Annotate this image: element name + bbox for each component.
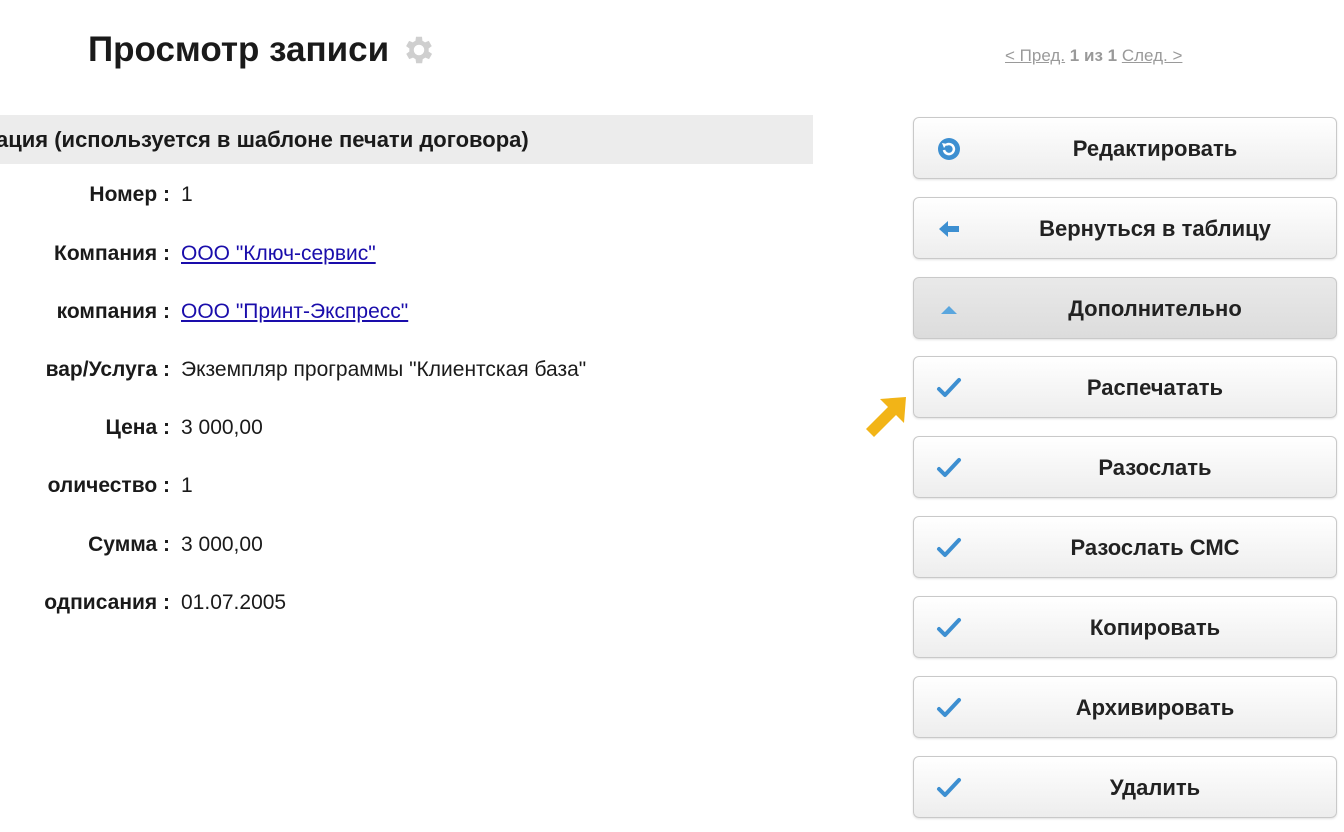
field-value: 01.07.2005 [181, 591, 287, 614]
pager-prev-link[interactable]: < Пред. [1005, 46, 1065, 65]
check-icon [937, 378, 961, 397]
refresh-icon [938, 138, 960, 160]
field-value: 1 [181, 183, 193, 206]
pager-next-link[interactable]: След. > [1122, 46, 1183, 65]
field-row-sum: Сумма : 3 000,00 [0, 533, 813, 563]
more-button-label: Дополнительно [1068, 296, 1242, 321]
copy-button-label: Копировать [1089, 615, 1221, 640]
field-row-our-company: компания : ООО "Принт-Экспресс" [0, 300, 813, 330]
delete-button-label: Удалить [1109, 775, 1201, 800]
field-label: компания : [56, 300, 170, 323]
delete-button[interactable]: Удалить [913, 756, 1337, 818]
send-button[interactable]: Разослать [913, 436, 1337, 498]
back-to-table-button[interactable]: Вернуться в таблицу [913, 197, 1337, 259]
pager-total: 1 [1107, 46, 1118, 65]
check-icon [937, 618, 961, 637]
print-button-label: Распечатать [1086, 375, 1224, 400]
send-sms-button[interactable]: Разослать СМС [913, 516, 1337, 578]
copy-button[interactable]: Копировать [913, 596, 1337, 658]
field-row-number: Номер : 1 [0, 183, 813, 213]
our-company-link[interactable]: ООО "Принт-Экспресс" [181, 300, 408, 324]
field-row-sign-date: одписания : 01.07.2005 [0, 591, 813, 621]
field-row-product: вар/Услуга : Экземпляр программы "Клиент… [0, 358, 813, 388]
field-label: Цена : [105, 416, 170, 439]
company-link[interactable]: ООО "Ключ-сервис" [181, 242, 376, 266]
pager: < Пред. 1 из 1 След. > [1005, 46, 1182, 66]
edit-button-label: Редактировать [1072, 136, 1238, 161]
pager-of-label: из [1084, 46, 1103, 65]
field-label: Номер : [89, 183, 170, 206]
check-icon [937, 538, 961, 557]
field-label: оличество : [47, 474, 170, 497]
field-row-company: Компания : ООО "Ключ-сервис" [0, 242, 813, 272]
field-value: 3 000,00 [181, 533, 263, 556]
send-button-label: Разослать [1098, 455, 1212, 480]
more-button[interactable]: Дополнительно [913, 277, 1337, 339]
back-to-table-label: Вернуться в таблицу [1039, 216, 1271, 241]
field-label: одписания : [44, 591, 170, 614]
pointer-arrow-icon [866, 397, 906, 437]
archive-button[interactable]: Архивировать [913, 676, 1337, 738]
archive-button-label: Архивировать [1075, 695, 1235, 720]
edit-button[interactable]: Редактировать [913, 117, 1337, 179]
check-icon [937, 778, 961, 797]
field-row-price: Цена : 3 000,00 [0, 416, 813, 446]
field-label: Сумма : [88, 533, 170, 556]
field-value: 3 000,00 [181, 416, 263, 439]
check-icon [937, 458, 961, 477]
record-fields: Номер : 1 Компания : ООО "Ключ-сервис" к… [0, 0, 813, 832]
pager-current: 1 [1069, 46, 1080, 65]
field-value: Экземпляр программы "Клиентская база" [181, 358, 587, 381]
check-icon [937, 698, 961, 717]
field-label: Компания : [54, 242, 170, 265]
field-row-quantity: оличество : 1 [0, 474, 813, 504]
send-sms-button-label: Разослать СМС [1070, 535, 1240, 560]
field-label: вар/Услуга : [45, 358, 170, 381]
field-value: 1 [181, 474, 193, 497]
arrow-left-icon [939, 221, 959, 237]
triangle-up-icon [941, 306, 957, 314]
print-button[interactable]: Распечатать [913, 356, 1337, 418]
record-view-page: Просмотр записи < Пред. 1 из 1 След. > м… [0, 0, 1344, 832]
